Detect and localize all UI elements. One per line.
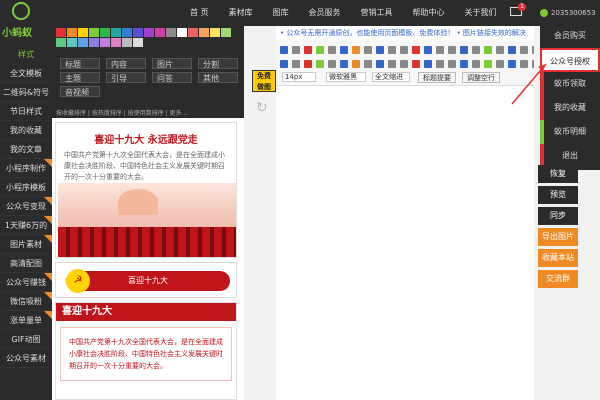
red-arrow-annotation	[511, 63, 547, 105]
